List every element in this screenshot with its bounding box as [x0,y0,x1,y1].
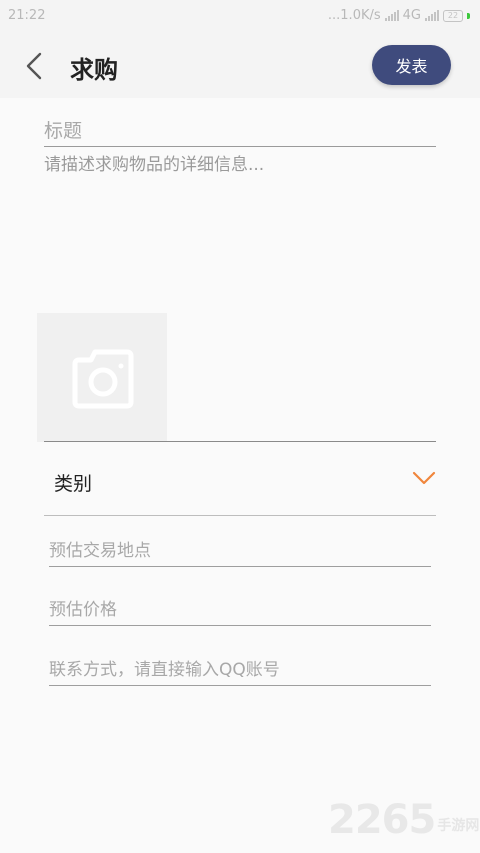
battery-tip-icon [467,12,470,19]
app-header: 求购 发表 [0,34,480,98]
status-indicators: ...1.0K/s 4G 22 [328,8,470,23]
category-selector[interactable]: 类别 [44,443,436,516]
status-bar: 21:22 ...1.0K/s 4G 22 [0,0,480,34]
signal-icon-2 [425,10,439,21]
trade-location-input[interactable] [49,536,431,567]
back-arrow-icon [26,52,42,80]
signal-icon [384,10,399,21]
status-time: 21:22 [8,8,46,23]
chevron-down-icon [412,471,436,485]
category-label: 类别 [54,473,93,495]
watermark-number: 2265 [328,797,436,843]
price-input[interactable] [49,595,431,626]
description-textarea[interactable] [44,152,436,302]
watermark-logo: 2265 手游网 [328,797,479,843]
add-photo-button[interactable] [37,313,167,442]
camera-icon [72,349,134,409]
back-button[interactable] [16,48,52,84]
watermark-text: 手游网 [437,818,480,834]
page-title: 求购 [70,56,118,84]
contact-qq-input[interactable] [49,655,431,686]
photo-divider [44,441,436,442]
network-type: 4G [402,8,421,23]
battery-icon: 22 [443,9,463,22]
network-speed: ...1.0K/s [327,8,381,23]
publish-button[interactable]: 发表 [372,45,451,85]
title-input[interactable] [44,116,436,147]
